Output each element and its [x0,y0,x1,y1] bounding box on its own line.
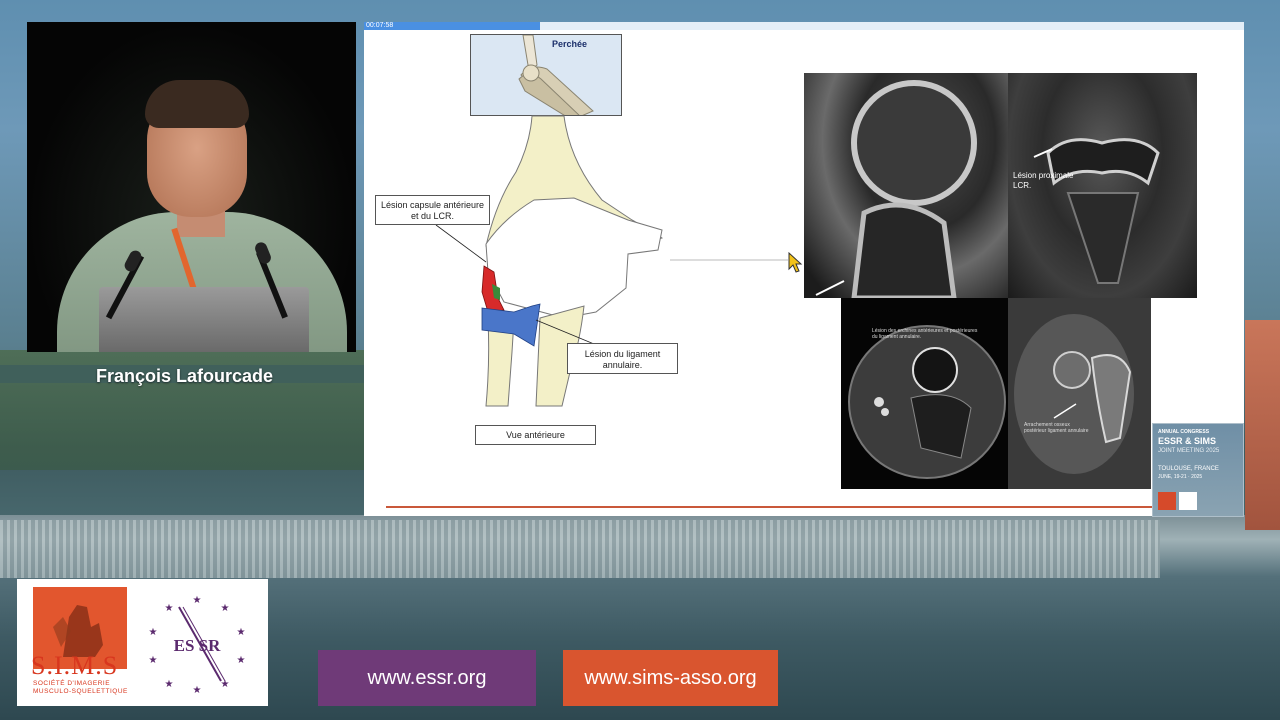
sims-logo-text: S.I.M.S [31,651,119,680]
svg-text:★: ★ [221,603,230,614]
ct-label-line2: postérieur ligament annulaire [1024,428,1089,434]
svg-text:★: ★ [149,655,158,666]
svg-text:★: ★ [193,685,202,693]
mri-sagittal-detail [815,80,977,298]
svg-text:★: ★ [165,603,174,614]
speaker-video [27,22,356,352]
ct-label: Arrachement osseux postérieur ligament a… [1024,422,1088,434]
badge-line4: TOULOUSE, FRANCE [1158,466,1219,472]
sims-website-link[interactable]: www.sims-asso.org [563,650,778,706]
sims-sub-line2: MUSCULO-SQUELETTIQUE [33,688,128,695]
mri-axial-detail [848,325,1006,479]
badge-essr-logo [1179,492,1197,510]
svg-text:★: ★ [237,655,246,666]
mouse-cursor-icon [788,252,803,273]
callout-ligament-line2: annulaire. [602,360,643,370]
mri-image-sagittal [804,73,1008,298]
mri-label-proximal-line2: LCR. [1013,181,1032,190]
mri-image-coronal: Lésion proximale LCR. [1008,73,1197,298]
speaker-hair [145,80,249,128]
background-buildings [1245,320,1280,530]
callout-capsule-lesion: Lésion capsule antérieure et du LCR. [375,195,490,225]
callout-ligament-lesion: Lésion du ligament annulaire. [567,343,678,374]
presentation-slide: 00:07:58 Perchée Lésion capsule antérieu… [364,22,1244,516]
ct-axial-detail [1014,314,1134,474]
badge-line5: JUNE, 19-21 · 2025 [1158,474,1203,480]
essr-logo-text: ES SR [174,636,221,655]
badge-line1: ANNUAL CONGRESS [1158,429,1210,435]
speaker-name: François Lafourcade [96,366,274,386]
slide-footer-line [386,506,1186,508]
callout-line-capsule [435,224,487,263]
background-weir [0,520,1160,578]
badge-line2: ESSR & SIMS [1158,436,1217,446]
link-arrow [670,259,788,261]
svg-text:★: ★ [237,627,246,638]
callout-capsule-line2: et du LCR. [410,211,455,221]
mri-label-axial-line2: du ligament annulaire. [872,334,922,340]
essr-website-link[interactable]: www.essr.org [318,650,536,706]
sims-logo-subtitle: SOCIÉTÉ D'IMAGERIE MUSCULO-SQUELETTIQUE [33,680,128,696]
callout-capsule-line1: Lésion capsule antérieure [380,200,485,210]
mri-image-axial: Lésion des erchines antérieures et posté… [841,298,1008,489]
ct-image-axial: Arrachement osseux postérieur ligament a… [1008,298,1151,489]
callout-ligament-line1: Lésion du ligament [584,349,661,359]
essr-logo: ★ ★ ★ ★ ★ ★ ★ ★ ★ ★ ES SR [145,593,249,696]
sims-sub-line1: SOCIÉTÉ D'IMAGERIE [33,680,111,687]
mri-label-proximal-line1: Lésion proximale [1013,171,1074,180]
badge-line3: JOINT MEETING 2025 [1158,448,1220,454]
sponsor-logos-panel: S.I.M.S SOCIÉTÉ D'IMAGERIE MUSCULO-SQUEL… [17,579,268,706]
mri-label-proximal: Lésion proximale LCR. [1013,171,1073,191]
articular-overlay [485,197,663,319]
svg-text:★: ★ [149,627,158,638]
badge-sims-logo [1158,492,1176,510]
view-label-box: Vue antérieure [475,425,596,445]
view-label: Vue antérieure [506,430,565,440]
essr-logo-emblem: ★ ★ ★ ★ ★ ★ ★ ★ ★ ★ ES SR [149,595,246,696]
svg-text:★: ★ [165,679,174,690]
congress-badge: ANNUAL CONGRESS ESSR & SIMS JOINT MEETIN… [1152,423,1244,517]
svg-text:★: ★ [193,595,202,606]
mri-label-axial: Lésion des erchines antérieures et posté… [872,328,977,340]
